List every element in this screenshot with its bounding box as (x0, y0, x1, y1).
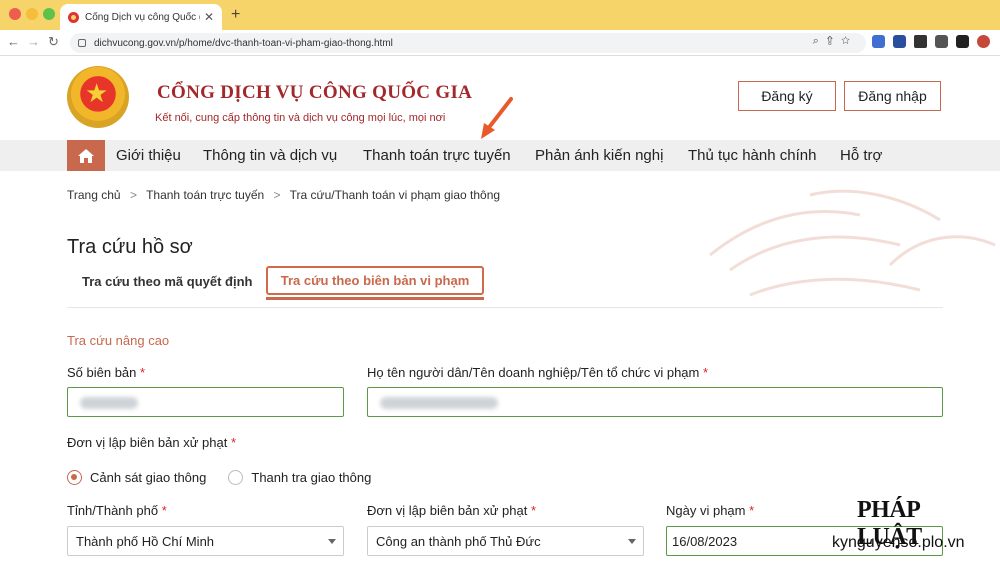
issuing-unit-select[interactable]: Công an thành phố Thủ Đức (367, 526, 644, 556)
annotation-arrow-icon (481, 97, 513, 139)
required-mark: * (530, 503, 537, 518)
star-icon: ★ (85, 78, 109, 108)
province-label-text: Tỉnh/Thành phố (67, 503, 159, 518)
breadcrumb-separator: > (129, 188, 137, 202)
avatar[interactable] (977, 35, 990, 48)
translate-extension-icon[interactable] (872, 35, 885, 48)
page-title: Tra cứu hồ sơ (67, 236, 193, 258)
nav-item-ho-tro[interactable]: Hỗ trợ (840, 147, 882, 164)
issuing-unit-select-value: Công an thành phố Thủ Đức (376, 534, 541, 549)
url-action-icons[interactable]: ⌕⇪☆ (813, 35, 858, 48)
tab-title: Cổng Dịch vụ công Quốc gia (85, 11, 200, 23)
home-button[interactable] (67, 140, 105, 171)
site-favicon-icon (68, 11, 79, 23)
province-label: Tỉnh/Thành phố * (67, 503, 167, 518)
section-title-advanced: Tra cứu nâng cao (67, 333, 170, 348)
radio-traffic-police-label[interactable]: Cảnh sát giao thông (90, 470, 206, 485)
nav-item-thong-tin-dich-vu[interactable]: Thông tin và dịch vụ (203, 147, 337, 164)
close-window-button[interactable] (9, 8, 21, 20)
breadcrumb-separator: > (273, 188, 281, 202)
redacted-value (80, 397, 138, 409)
record-number-label: Số biên bản * (67, 365, 145, 380)
issuing-unit-type-label: Đơn vị lập biên bản xử phạt * (67, 435, 236, 450)
tab-lookup-by-decision[interactable]: Tra cứu theo mã quyết định (82, 274, 253, 289)
chevron-down-icon (628, 539, 636, 544)
radio-traffic-police[interactable] (67, 470, 82, 485)
extension-icons (872, 35, 990, 48)
required-mark: * (749, 503, 755, 518)
province-select[interactable]: Thành phố Hồ Chí Minh (67, 526, 344, 556)
new-tab-icon[interactable]: + (231, 6, 240, 24)
violation-date-label: Ngày vi phạm * (666, 503, 754, 518)
decorative-bird-pattern (709, 189, 996, 297)
active-tab-indicator (266, 297, 484, 300)
watermark-logo: PHÁP LUẬT (857, 497, 977, 550)
breadcrumb-home[interactable]: Trang chủ (67, 188, 121, 202)
lock-icon (78, 39, 86, 47)
home-icon (78, 148, 94, 163)
breadcrumb-payment[interactable]: Thanh toán trực tuyến (146, 188, 264, 202)
nav-item-thanh-toan[interactable]: Thanh toán trực tuyến (363, 147, 511, 164)
breadcrumb-current: Tra cứu/Thanh toán vi phạm giao thông (289, 188, 501, 202)
browser-tab-bar: Cổng Dịch vụ công Quốc gia ✕ + (0, 0, 1000, 30)
radio-traffic-inspection[interactable] (228, 470, 244, 485)
issuing-unit-radio-group: Cảnh sát giao thông Thanh tra giao thông (67, 470, 371, 485)
address-bar-row: ← → ↻ dichvucong.gov.vn/p/home/dvc-thanh… (0, 30, 1000, 56)
forward-arrow-icon[interactable]: → (27, 34, 40, 49)
site-tagline: Kết nối, cung cấp thông tin và dịch vụ c… (155, 112, 446, 124)
browser-tab[interactable]: Cổng Dịch vụ công Quốc gia ✕ (60, 4, 222, 30)
puzzle-icon[interactable] (914, 35, 927, 48)
watermark-url: kynguyenso.plo.vn (832, 534, 965, 551)
issuing-unit-label-text: Đơn vị lập biên bản xử phạt (367, 503, 528, 518)
national-emblem-logo[interactable]: ★ (67, 66, 129, 128)
nav-item-gioi-thieu[interactable]: Giới thiệu (116, 147, 181, 164)
nav-item-phan-anh[interactable]: Phản ánh kiến nghị (535, 147, 663, 164)
nav-item-thu-tuc[interactable]: Thủ tục hành chính (688, 147, 816, 164)
violation-date-label-text: Ngày vi phạm (666, 503, 746, 518)
sidebar-icon[interactable] (956, 35, 969, 48)
required-mark: * (161, 503, 167, 518)
redacted-value (380, 397, 498, 409)
tab-close-icon[interactable]: ✕ (204, 10, 214, 24)
site-brand-name[interactable]: CỔNG DỊCH VỤ CÔNG QUỐC GIA (157, 82, 472, 104)
maximize-window-button[interactable] (43, 8, 55, 20)
required-mark: * (702, 365, 709, 380)
minimize-window-button[interactable] (26, 8, 38, 20)
breadcrumb: Trang chủ > Thanh toán trực tuyến > Tra … (67, 188, 500, 202)
main-navigation: Giới thiệu Thông tin và dịch vụ Thanh to… (0, 140, 1000, 171)
register-button[interactable]: Đăng ký (738, 81, 836, 111)
extension-icon[interactable] (893, 35, 906, 48)
violator-name-label-text: Họ tên người dân/Tên doanh nghiệp/Tên tổ… (367, 365, 700, 380)
violator-name-label: Họ tên người dân/Tên doanh nghiệp/Tên tổ… (367, 365, 708, 380)
divider (67, 307, 943, 308)
tab-lookup-by-record[interactable]: Tra cứu theo biên bản vi phạm (266, 266, 484, 295)
issuing-unit-type-label-text: Đơn vị lập biên bản xử phạt (67, 435, 228, 450)
back-arrow-icon[interactable]: ← (7, 34, 20, 49)
chevron-down-icon (328, 539, 336, 544)
required-mark: * (230, 435, 237, 450)
extension-icon[interactable] (935, 35, 948, 48)
issuing-unit-label: Đơn vị lập biên bản xử phạt * (367, 503, 536, 518)
violator-name-field[interactable] (367, 387, 943, 417)
radio-traffic-inspection-label[interactable]: Thanh tra giao thông (251, 470, 371, 485)
required-mark: * (140, 365, 146, 380)
url-input[interactable]: dichvucong.gov.vn/p/home/dvc-thanh-toan-… (70, 33, 866, 53)
reload-icon[interactable]: ↻ (48, 34, 59, 50)
province-select-value: Thành phố Hồ Chí Minh (76, 534, 215, 549)
url-text: dichvucong.gov.vn/p/home/dvc-thanh-toan-… (94, 37, 393, 49)
record-number-field[interactable] (67, 387, 344, 417)
record-number-label-text: Số biên bản (67, 365, 137, 380)
login-button[interactable]: Đăng nhập (844, 81, 941, 111)
